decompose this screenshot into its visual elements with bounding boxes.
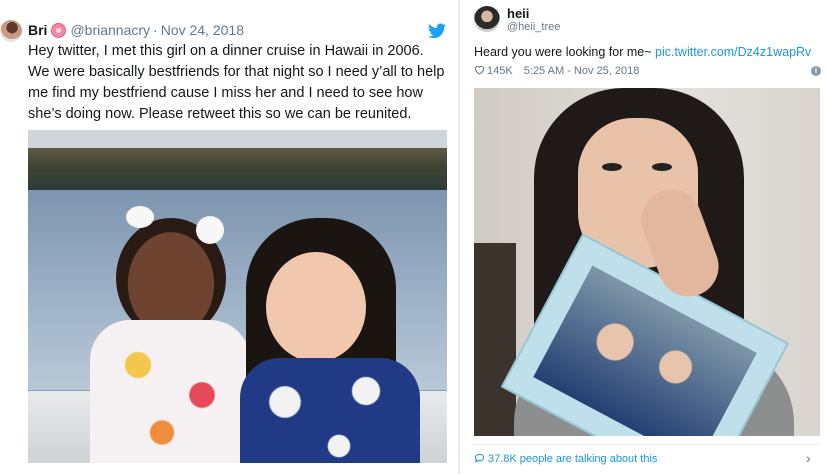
author-name[interactable]: heii [507,6,529,21]
like-count[interactable]: 145K [487,65,513,77]
author-handle[interactable]: @briannacry [70,22,150,38]
info-icon[interactable]: i [811,66,821,76]
speech-bubble-icon [474,453,485,463]
bri-avatar[interactable] [0,20,22,42]
tweet-photo-girls-on-cruise[interactable] [28,130,447,463]
tweet-text: Heard you were looking for me~ pic.twitt… [474,45,811,59]
heii-avatar[interactable] [474,6,500,32]
hibiscus-icon [51,23,67,38]
tweet-meta: 145K 5:25 AM - Nov 25, 2018 [474,65,824,77]
talking-count[interactable]: 37.8K people are talking about this [488,453,657,465]
tweet-time[interactable]: 5:25 AM - Nov 25, 2018 [524,65,640,77]
divider [474,444,820,445]
author-handle[interactable]: @heii_tree [507,21,560,33]
chevron-right-icon[interactable]: › [806,450,811,466]
twitter-bird-icon[interactable] [428,23,446,39]
heart-icon[interactable] [474,65,485,75]
tweet-text: Hey twitter, I met this girl on a dinner… [28,43,445,122]
pic-link[interactable]: pic.twitter.com/Dz4z1wapRv [655,45,811,59]
tweet-date[interactable]: Nov 24, 2018 [161,22,244,38]
separator-dot: · [153,22,158,38]
tweet-photo-selfie-with-frame[interactable] [474,88,820,436]
author-name[interactable]: Bri [28,22,47,38]
tweet-body: Heard you were looking for me~ [474,45,655,59]
left-tweet: Bri @briannacry · Nov 24, 2018 Hey twitter,… [0,0,458,474]
left-tweet-header: Bri @briannacry · Nov 24, 2018 [28,22,244,38]
right-tweet: heii @heii_tree Heard you were looking f… [460,0,826,474]
conversation-link[interactable]: 37.8K people are talking about this [474,453,657,465]
